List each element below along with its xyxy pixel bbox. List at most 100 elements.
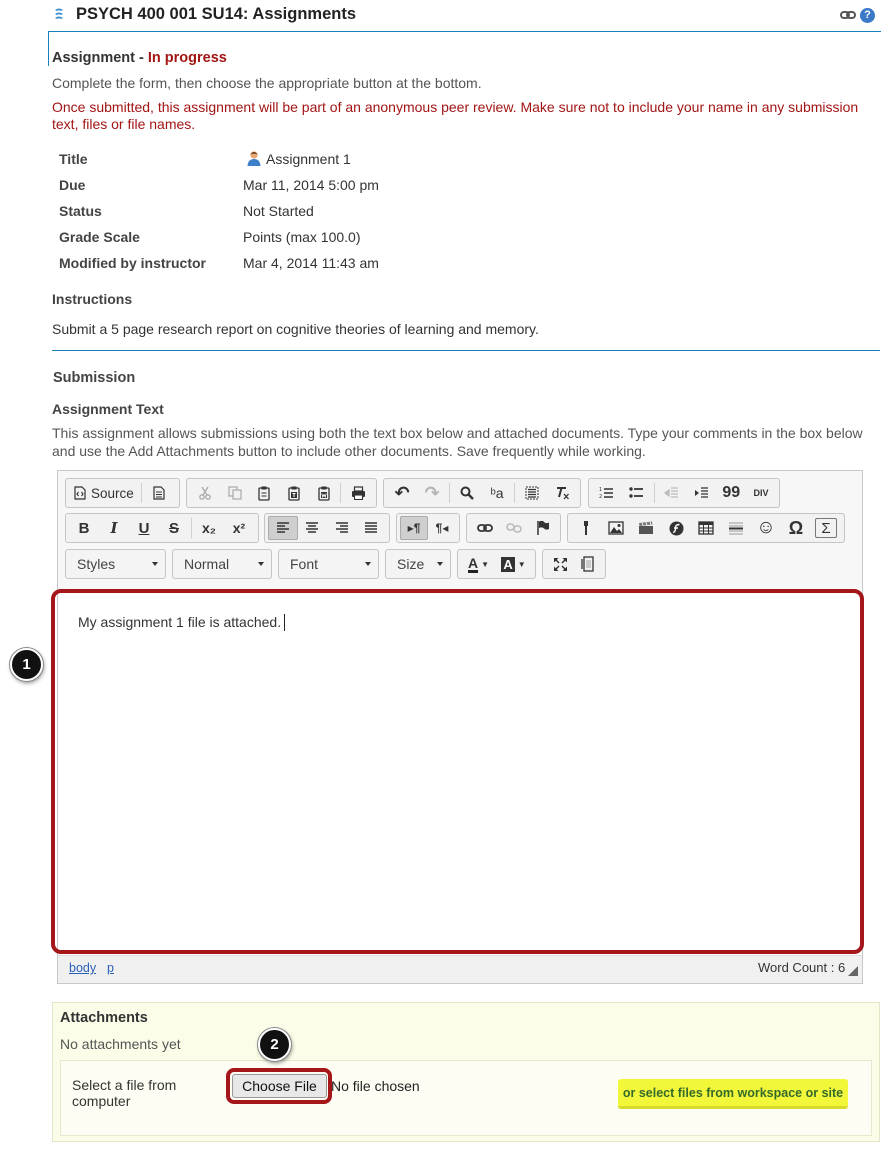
toolbar-bidi-group: ▸¶ ¶◂ (396, 513, 460, 543)
callout-marker-2: 2 (258, 1028, 291, 1061)
table-button[interactable] (691, 516, 721, 540)
italic-button[interactable]: I (99, 516, 129, 540)
font-combo[interactable]: Font (278, 549, 379, 579)
section-divider (52, 350, 880, 351)
paste-text-button[interactable] (279, 481, 309, 505)
callout-highlight-editor (51, 589, 864, 954)
remove-format-button[interactable] (547, 481, 577, 505)
copy-icon (227, 486, 242, 500)
scissors-icon (198, 486, 211, 500)
flash-icon (669, 521, 683, 535)
resize-handle[interactable] (848, 966, 858, 976)
instructions-text: Submit a 5 page research report on cogni… (52, 321, 539, 337)
bold-button[interactable]: B (69, 516, 99, 540)
redo-button[interactable]: ↷ (417, 481, 447, 505)
flag-icon (536, 520, 549, 535)
movie-button[interactable] (631, 516, 661, 540)
select-from-workspace-button[interactable]: or select files from workspace or site (618, 1079, 848, 1109)
maximize-button[interactable] (546, 552, 574, 576)
math-button[interactable]: Σ (815, 518, 837, 538)
underline-button[interactable]: U (129, 516, 159, 540)
remove-format-icon (556, 487, 569, 500)
paste-icon (258, 486, 270, 501)
size-combo-label: Size (397, 556, 425, 572)
show-blocks-button[interactable] (574, 552, 602, 576)
form-instructions: Complete the form, then choose the appro… (52, 75, 482, 91)
toolbar-tools-group (542, 549, 606, 579)
link-button[interactable] (470, 516, 499, 540)
align-left-button[interactable] (268, 516, 298, 540)
replace-button[interactable]: ᵇa (482, 481, 512, 505)
undo-button[interactable]: ↶ (387, 481, 417, 505)
file-select-label: Select a file from computer (72, 1077, 177, 1109)
callout-highlight-choose-file (226, 1068, 332, 1104)
unlink-button[interactable] (499, 516, 528, 540)
text-color-button[interactable]: A ▼ (461, 552, 496, 576)
assignments-tool-icon (52, 7, 66, 23)
superscript-button[interactable]: x² (224, 516, 254, 540)
background-color-glyph: A (501, 556, 515, 572)
anchor-button[interactable] (528, 516, 557, 540)
background-color-button[interactable]: A ▼ (496, 552, 531, 576)
chevron-down-icon: ▼ (481, 559, 490, 569)
toolbar-document-group: Source (65, 478, 180, 508)
strikethrough-button[interactable]: S (159, 516, 189, 540)
numbered-list-icon: 12 (599, 487, 614, 500)
preview-button[interactable] (144, 481, 174, 505)
format-combo[interactable]: Normal (172, 549, 272, 579)
find-button[interactable] (452, 481, 482, 505)
status-label: Status (59, 203, 102, 219)
subscript-button[interactable]: x₂ (194, 516, 224, 540)
select-all-icon (525, 486, 539, 500)
editor-status-bar (58, 955, 862, 983)
pin-icon (584, 521, 588, 535)
insert-link-tool-button[interactable] (571, 516, 601, 540)
create-div-button[interactable]: DIV (746, 481, 776, 505)
link-icon[interactable] (840, 10, 856, 20)
outdent-button[interactable] (657, 481, 687, 505)
source-button[interactable]: Source (69, 481, 139, 505)
toolbar-separator (449, 483, 450, 503)
flash-button[interactable] (661, 516, 691, 540)
paste-button[interactable] (249, 481, 279, 505)
svg-text:2: 2 (599, 494, 602, 500)
image-button[interactable] (601, 516, 631, 540)
chain-link-icon (476, 524, 493, 532)
align-right-icon (335, 522, 348, 533)
indent-button[interactable] (686, 481, 716, 505)
cut-button[interactable] (190, 481, 220, 505)
smiley-button[interactable]: ☺ (751, 516, 781, 540)
assignment-heading: Assignment - In progress (52, 50, 227, 66)
chevron-down-icon (152, 562, 158, 566)
grade-scale-value: Points (max 100.0) (243, 229, 361, 245)
unlink-icon (505, 523, 522, 533)
help-icon[interactable]: ? (860, 8, 875, 23)
align-right-button[interactable] (327, 516, 356, 540)
justify-button[interactable] (357, 516, 386, 540)
styles-combo[interactable]: Styles (65, 549, 166, 579)
toolbar-separator (340, 483, 342, 503)
justify-icon (365, 522, 378, 533)
text-direction-ltr-button[interactable]: ▸¶ (400, 516, 429, 540)
print-button[interactable] (343, 481, 373, 505)
copy-button[interactable] (220, 481, 250, 505)
bulleted-list-button[interactable] (622, 481, 652, 505)
numbered-list-button[interactable]: 12 (592, 481, 622, 505)
size-combo[interactable]: Size (385, 549, 451, 579)
select-all-button[interactable] (517, 481, 547, 505)
no-file-chosen-text: No file chosen (331, 1078, 420, 1094)
align-center-button[interactable] (298, 516, 327, 540)
paste-word-button[interactable] (309, 481, 339, 505)
due-label: Due (59, 177, 86, 193)
outdent-icon (664, 487, 679, 498)
path-p-link[interactable]: p (107, 961, 114, 975)
horizontal-rule-button[interactable] (721, 516, 751, 540)
special-char-button[interactable]: Ω (781, 516, 811, 540)
text-direction-rtl-button[interactable]: ¶◂ (428, 516, 456, 540)
status-value: Not Started (243, 203, 314, 219)
format-combo-label: Normal (184, 556, 230, 572)
path-body-link[interactable]: body (69, 961, 96, 975)
blockquote-button[interactable]: 99 (716, 481, 746, 505)
toolbar-basicstyles-group: B I U S x₂ x² (65, 513, 259, 543)
table-icon (698, 521, 714, 535)
